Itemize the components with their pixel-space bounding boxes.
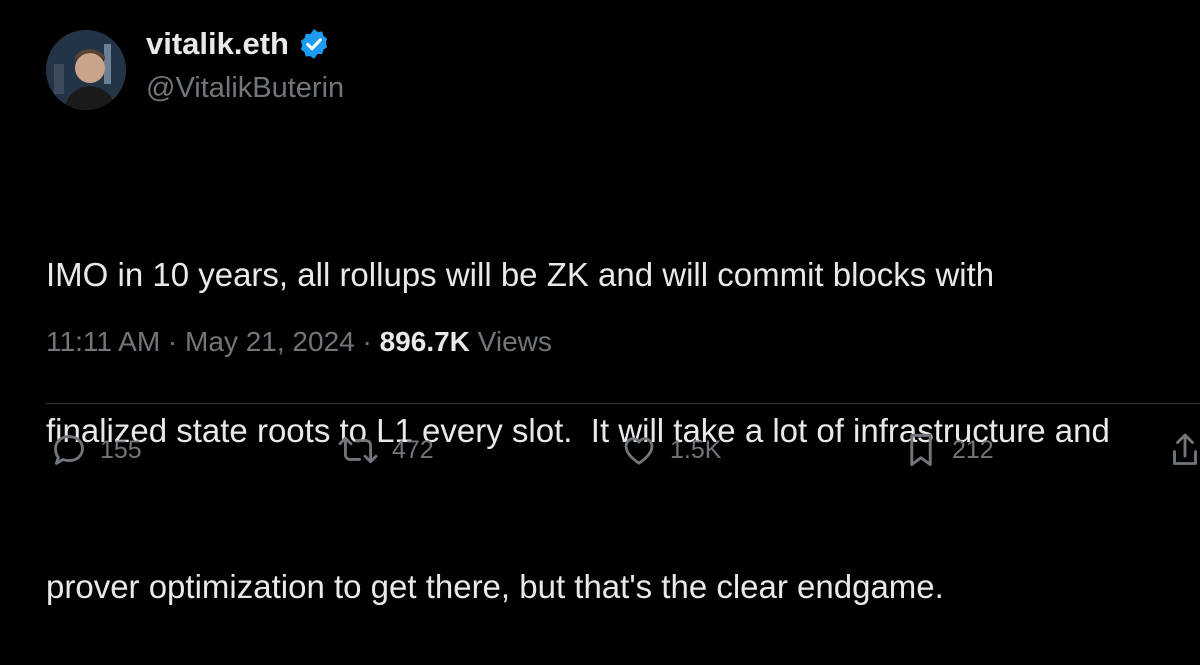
avatar[interactable] (46, 30, 126, 110)
views-label: Views (469, 326, 552, 357)
avatar-photo (46, 30, 126, 110)
author-name-row[interactable]: vitalik.eth (146, 26, 331, 62)
like-count: 1.5K (670, 435, 722, 464)
verified-badge-icon (297, 27, 331, 61)
share-button[interactable] (1170, 428, 1200, 472)
meta-separator: · (160, 326, 186, 357)
tweet-line: prover optimization to get there, but th… (46, 568, 944, 605)
tweet-line: IMO in 10 years, all rollups will be ZK … (46, 256, 995, 293)
like-button[interactable]: 1.5K (620, 428, 721, 472)
repost-count: 472 (392, 435, 434, 464)
reply-button[interactable]: 155 (50, 428, 142, 472)
share-icon (1173, 433, 1197, 465)
heart-icon (624, 437, 654, 465)
tweet-date[interactable]: May 21, 2024 (185, 326, 355, 357)
repost-icon (338, 436, 378, 464)
divider (46, 403, 1200, 404)
tweet-text: IMO in 10 years, all rollups will be ZK … (46, 145, 1200, 665)
repost-button[interactable]: 472 (336, 428, 434, 472)
author-display-name[interactable]: vitalik.eth (146, 26, 289, 62)
tweet-time[interactable]: 11:11 AM (46, 326, 160, 357)
author-handle[interactable]: @VitalikButerin (146, 72, 344, 105)
bookmark-button[interactable]: 212 (902, 428, 994, 472)
views-count[interactable]: 896.7K (380, 326, 470, 357)
reply-count: 155 (100, 435, 142, 464)
tweet-meta: 11:11 AM · May 21, 2024 · 896.7K Views (46, 326, 552, 358)
meta-separator: · (354, 326, 380, 357)
bookmark-icon (910, 433, 932, 467)
bookmark-count: 212 (952, 435, 994, 464)
reply-icon (54, 435, 84, 465)
